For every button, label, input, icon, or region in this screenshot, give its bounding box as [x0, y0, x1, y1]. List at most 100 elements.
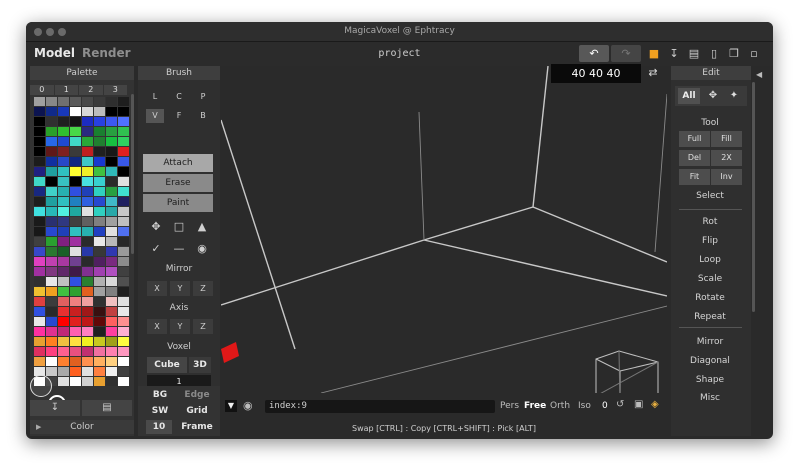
palette-swatch[interactable] — [82, 167, 93, 176]
palette-swatch[interactable] — [82, 267, 93, 276]
palette-swatch[interactable] — [82, 137, 93, 146]
palette-swatch[interactable] — [82, 297, 93, 306]
palette-swatch[interactable] — [82, 237, 93, 246]
export-button[interactable]: ↧ — [666, 45, 682, 62]
palette-swatch[interactable] — [106, 97, 117, 106]
palette-swatch[interactable] — [94, 227, 105, 236]
palette-swatch[interactable] — [94, 347, 105, 356]
palette-swatch[interactable] — [94, 117, 105, 126]
palette-swatch[interactable] — [46, 97, 57, 106]
tool-full-button[interactable]: Full — [679, 131, 710, 147]
palette-swatch[interactable] — [82, 337, 93, 346]
axis-y-button[interactable]: Y — [170, 319, 190, 334]
palette-swatch[interactable] — [46, 307, 57, 316]
palette-swatch[interactable] — [58, 177, 69, 186]
palette-swatch[interactable] — [58, 217, 69, 226]
palette-swatch[interactable] — [94, 127, 105, 136]
palette-swatch[interactable] — [34, 157, 45, 166]
palette-swatch[interactable] — [82, 257, 93, 266]
palette-swatch[interactable] — [82, 217, 93, 226]
palette-swatch[interactable] — [82, 127, 93, 136]
eyedropper-button[interactable]: ✓ — [146, 240, 166, 258]
palette-swatch[interactable] — [34, 317, 45, 326]
mode-paint-button[interactable]: Paint — [143, 194, 213, 212]
palette-swatch[interactable] — [70, 267, 81, 276]
palette-swatch[interactable] — [34, 117, 45, 126]
view-free[interactable]: Free — [524, 401, 546, 411]
palette-swatch[interactable] — [106, 217, 117, 226]
palette-swatch[interactable] — [82, 307, 93, 316]
cube-view-button[interactable]: ◈ — [651, 399, 659, 410]
palette-swatch[interactable] — [94, 97, 105, 106]
mirror-y-button[interactable]: Y — [170, 281, 190, 296]
frame-button[interactable]: Frame — [180, 420, 214, 434]
view-pers[interactable]: Pers — [500, 401, 519, 411]
palette-swatch[interactable] — [34, 147, 45, 156]
edit-scrollbar[interactable] — [752, 82, 755, 312]
palette-swatch[interactable] — [118, 357, 129, 366]
palette-swatch[interactable] — [70, 287, 81, 296]
palette-swatch[interactable] — [106, 247, 117, 256]
palette-swatch[interactable] — [70, 187, 81, 196]
command-input[interactable]: index:9 — [265, 400, 495, 413]
palette-swatch[interactable] — [46, 357, 57, 366]
palette-swatch[interactable] — [118, 127, 129, 136]
palette-swatch[interactable] — [70, 167, 81, 176]
palette-swatch[interactable] — [34, 177, 45, 186]
palette-swatch[interactable] — [118, 187, 129, 196]
palette-page-1[interactable]: 1 — [54, 85, 78, 95]
palette-swatch[interactable] — [106, 357, 117, 366]
palette-swatch[interactable] — [118, 367, 129, 376]
palette-swatch[interactable] — [46, 267, 57, 276]
open-button[interactable]: ▤ — [686, 45, 702, 62]
palette-swatch[interactable] — [118, 107, 129, 116]
palette-swatch[interactable] — [58, 107, 69, 116]
frame-view-button[interactable]: ▣ — [634, 399, 643, 410]
palette-swatch[interactable] — [94, 277, 105, 286]
palette-swatch[interactable] — [82, 227, 93, 236]
palette-swatch[interactable] — [118, 237, 129, 246]
palette-swatch[interactable] — [118, 147, 129, 156]
pointer-button[interactable]: ▲ — [192, 218, 212, 236]
palette-swatch[interactable] — [94, 337, 105, 346]
palette-swatch[interactable] — [58, 137, 69, 146]
palette-swatch[interactable] — [70, 327, 81, 336]
palette-swatch[interactable] — [34, 297, 45, 306]
palette-swatch[interactable] — [46, 347, 57, 356]
palette-swatch[interactable] — [106, 127, 117, 136]
color-section[interactable]: ▶ Color — [30, 420, 134, 434]
scope-wrench-button[interactable]: ✦ — [725, 88, 743, 104]
palette-swatch[interactable] — [118, 247, 129, 256]
palette-swatch[interactable] — [58, 317, 69, 326]
palette-swatch[interactable] — [118, 377, 129, 386]
palette-swatch[interactable] — [94, 217, 105, 226]
brush-shape-v[interactable]: V — [146, 109, 164, 123]
mirror-edit-button[interactable]: Mirror — [676, 334, 744, 350]
shape-button[interactable]: Shape — [676, 372, 744, 388]
flip-button[interactable]: Flip — [676, 233, 744, 249]
palette-swatch[interactable] — [46, 297, 57, 306]
select-box-button[interactable]: □ — [169, 218, 189, 236]
tool-fill-button[interactable]: Fill — [711, 131, 742, 147]
brush-shape-c[interactable]: C — [170, 90, 188, 104]
palette-swatch[interactable] — [82, 367, 93, 376]
palette-swatch[interactable] — [106, 287, 117, 296]
palette-swatch[interactable] — [94, 167, 105, 176]
palette-swatch[interactable] — [46, 287, 57, 296]
palette-swatch[interactable] — [94, 237, 105, 246]
palette-swatch[interactable] — [106, 377, 117, 386]
palette-swatch[interactable] — [46, 117, 57, 126]
palette-swatch[interactable] — [106, 317, 117, 326]
palette-swatch[interactable] — [94, 367, 105, 376]
palette-swatch[interactable] — [94, 297, 105, 306]
palette-swatch[interactable] — [70, 237, 81, 246]
palette-swatch[interactable] — [82, 97, 93, 106]
palette-swatch[interactable] — [82, 357, 93, 366]
palette-swatch[interactable] — [58, 287, 69, 296]
repeat-button[interactable]: Repeat — [676, 309, 744, 325]
palette-swatch[interactable] — [118, 197, 129, 206]
palette-swatch[interactable] — [94, 157, 105, 166]
axis-z-button[interactable]: Z — [193, 319, 213, 334]
palette-swatch[interactable] — [118, 217, 129, 226]
palette-swatch[interactable] — [82, 277, 93, 286]
